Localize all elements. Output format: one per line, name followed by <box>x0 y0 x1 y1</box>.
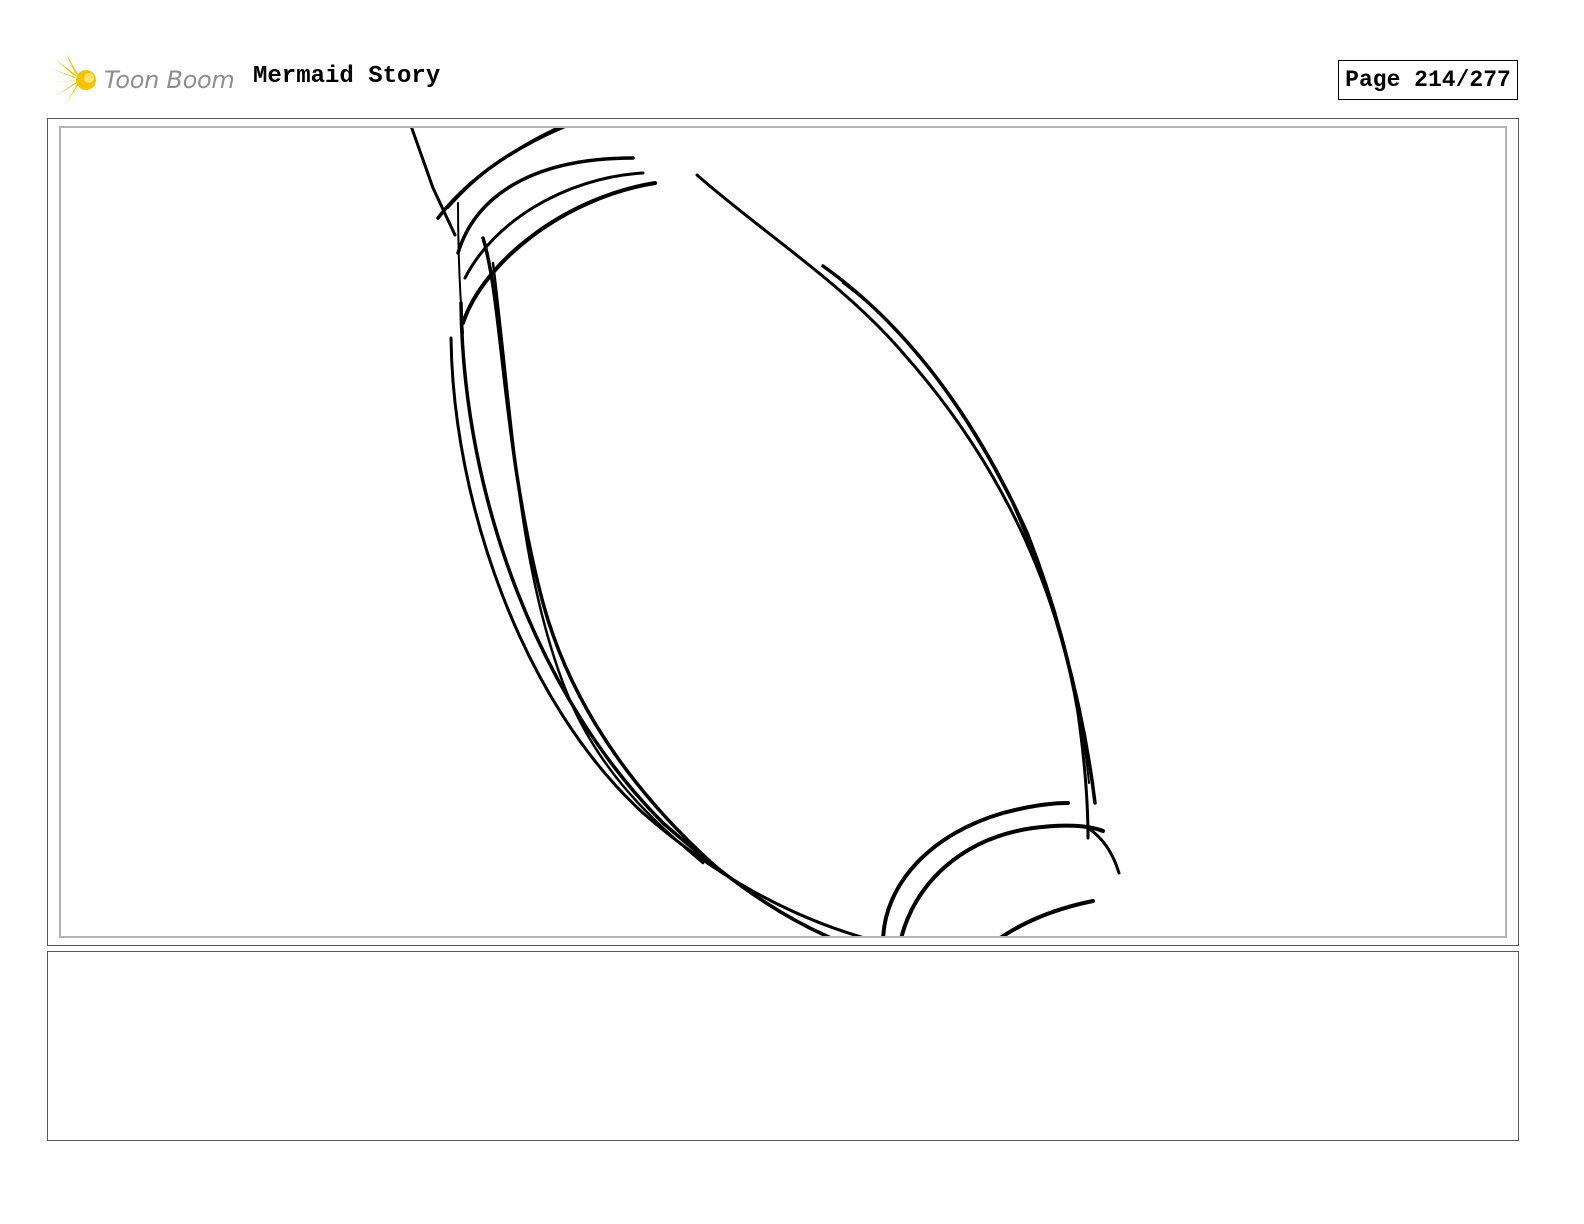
sketch-stroke <box>1086 826 1121 875</box>
sketch-stroke <box>449 336 864 936</box>
sketch-stroke <box>463 171 645 280</box>
sketch-stroke <box>410 128 457 237</box>
panel-safe-area <box>59 126 1507 938</box>
sketch-stroke <box>842 282 1090 784</box>
logo-text: Toon Boom <box>104 66 235 94</box>
project-title: Mermaid Story <box>253 63 441 90</box>
panel-notes-box <box>47 951 1519 1141</box>
sketch-stroke <box>821 264 1097 805</box>
sketch-stroke <box>491 261 705 865</box>
sketch-stroke <box>447 128 559 209</box>
starburst-icon <box>50 54 96 104</box>
storyboard-panel <box>47 118 1519 946</box>
sketch-stroke <box>461 181 657 325</box>
sketch-stroke <box>459 301 831 936</box>
sketch-stroke <box>899 823 1105 936</box>
page-number: Page 214/277 <box>1338 60 1518 100</box>
panel-sketch <box>410 128 1121 936</box>
sketch-stroke <box>695 173 1090 840</box>
sketch-stroke <box>481 236 725 875</box>
sketch-stroke <box>999 899 1095 936</box>
toon-boom-logo: Toon Boom <box>50 52 240 108</box>
